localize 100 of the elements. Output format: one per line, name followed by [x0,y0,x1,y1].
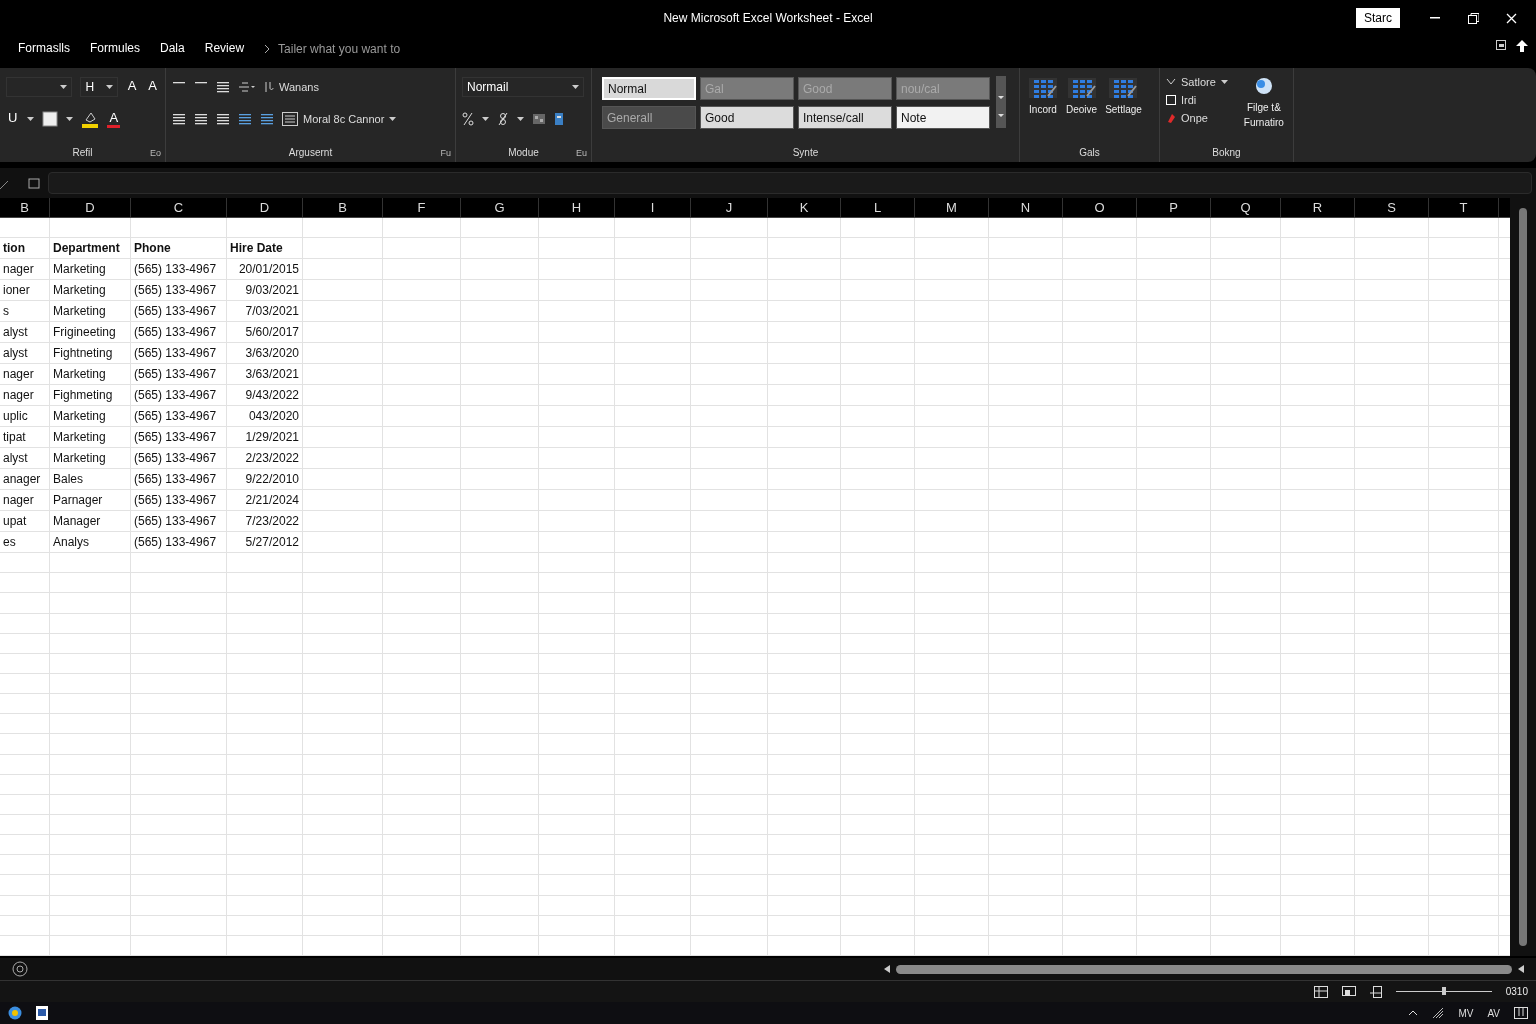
scrollbar[interactable] [896,964,1512,974]
gallery-scroll-icon[interactable] [996,76,1006,128]
dialog-launcher[interactable]: Eo [150,148,161,158]
column-header[interactable]: C [131,198,227,217]
orientation-icon[interactable] [238,81,256,93]
cell-style[interactable]: Normal [602,77,696,100]
ribbon-tab[interactable]: Formaslls [18,41,70,57]
column-header[interactable]: T [1429,198,1499,217]
wrap-text-button[interactable]: Wanans [264,81,319,93]
table-cell: (565) 133-4967 [131,385,227,406]
sort-button[interactable]: Satlore [1166,76,1228,88]
notification-icon[interactable] [1514,1007,1528,1019]
group-label: Bokng [1212,146,1241,158]
cell-style[interactable]: Good [700,106,794,129]
table-cell: nager [0,259,50,280]
increase-indent-icon[interactable] [260,113,274,125]
table-cell: alyst [0,448,50,469]
table-cell: Fightneting [50,343,131,364]
column-header[interactable]: R [1281,198,1355,217]
slider-thumb[interactable] [1441,987,1446,995]
browser-icon[interactable] [8,1006,22,1020]
column-header[interactable]: D [227,198,303,217]
find-button[interactable]: Filge t& Furnatiro [1241,76,1286,142]
table-cell: 3/63/2021 [227,364,303,385]
dialog-launcher[interactable]: Fu [440,148,451,158]
network-icon[interactable] [1432,1007,1445,1019]
cells-button[interactable]: Settlage [1103,76,1144,115]
column-header[interactable]: P [1137,198,1211,217]
border-icon[interactable] [42,111,59,127]
circle-icon[interactable] [12,961,28,977]
table-cell: Marketing [50,448,131,469]
column-header[interactable]: N [989,198,1063,217]
grow-font-button[interactable]: A [125,78,139,96]
column-header[interactable]: F [383,198,461,217]
scroll-left-icon[interactable] [1518,965,1524,973]
decrease-indent-icon[interactable] [238,113,252,125]
name-box-icon[interactable] [0,175,40,191]
chevron-up-icon[interactable] [1408,1010,1419,1016]
column-header[interactable]: D [50,198,131,217]
fill-color-icon[interactable] [81,110,100,128]
scroll-left-icon[interactable] [884,965,890,973]
column-header[interactable]: B [0,198,50,217]
column-header[interactable]: S [1355,198,1429,217]
table-cell: Marketing [50,280,131,301]
account-button[interactable]: Starc [1356,8,1400,28]
document-icon[interactable] [36,1006,48,1020]
arrow-up-icon[interactable] [1516,40,1528,52]
align-left-icon[interactable] [172,113,186,125]
scrollbar[interactable] [1519,208,1527,946]
font-color-button[interactable]: A [107,110,121,128]
cell-style[interactable]: Generall [602,106,696,129]
dialog-launcher[interactable]: Eu [576,148,587,158]
ribbon-tab[interactable]: Review [204,41,245,57]
caret-icon [27,117,35,121]
cells-button[interactable]: Incord [1026,76,1060,115]
column-header[interactable]: G [461,198,539,217]
column-header[interactable]: Q [1211,198,1281,217]
number-format-dropdown[interactable]: Normail [462,77,584,97]
normal-view-icon[interactable] [1313,985,1328,998]
clear-button[interactable]: Onpe [1166,112,1228,124]
align-bottom-icon[interactable] [216,81,230,93]
column-header[interactable]: M [915,198,989,217]
merge-button[interactable]: Moral 8c Cannor [282,112,397,126]
page-layout-icon[interactable] [1341,985,1356,998]
wrap-icon [264,81,274,93]
column-header[interactable]: H [539,198,615,217]
percent-icon[interactable] [462,112,474,126]
table-cell: upat [0,511,50,532]
cell-style[interactable]: Intense/call [798,106,892,129]
ribbon-tab[interactable]: Dala [160,41,185,57]
table-cell: (565) 133-4967 [131,427,227,448]
cell-style[interactable]: Note [896,106,990,129]
table-cell: alyst [0,322,50,343]
column-header[interactable]: J [691,198,768,217]
cells-button[interactable]: Deoive [1064,76,1100,115]
fill-button[interactable]: Irdi [1166,94,1228,106]
group-label: Synte [792,146,819,158]
table-cell: (565) 133-4967 [131,322,227,343]
column-header[interactable]: K [768,198,841,217]
table-cell: (565) 133-4967 [131,511,227,532]
comma-style-icon[interactable] [497,112,509,126]
table-cell: Marketing [50,406,131,427]
column-header[interactable]: B [303,198,383,217]
align-right-icon[interactable] [216,113,230,125]
table-cell: nager [0,364,50,385]
table-cell: (565) 133-4967 [131,448,227,469]
page-break-icon[interactable] [1369,985,1382,998]
column-header[interactable]: I [615,198,691,217]
font-size-dropdown[interactable]: H [80,77,118,97]
shrink-font-button[interactable]: A [146,78,159,96]
align-center-icon[interactable] [194,113,208,125]
table-cell: ioner [0,280,50,301]
underline-button[interactable]: U [6,110,20,128]
column-header[interactable]: L [841,198,915,217]
ribbon-tab[interactable]: Formules [90,41,141,57]
ribbon-display-icon[interactable] [1496,40,1506,50]
table-icon [1028,76,1058,100]
table-cell: nager [0,385,50,406]
column-header[interactable]: O [1063,198,1137,217]
search-field[interactable]: Tailer what you want to [276,41,457,57]
